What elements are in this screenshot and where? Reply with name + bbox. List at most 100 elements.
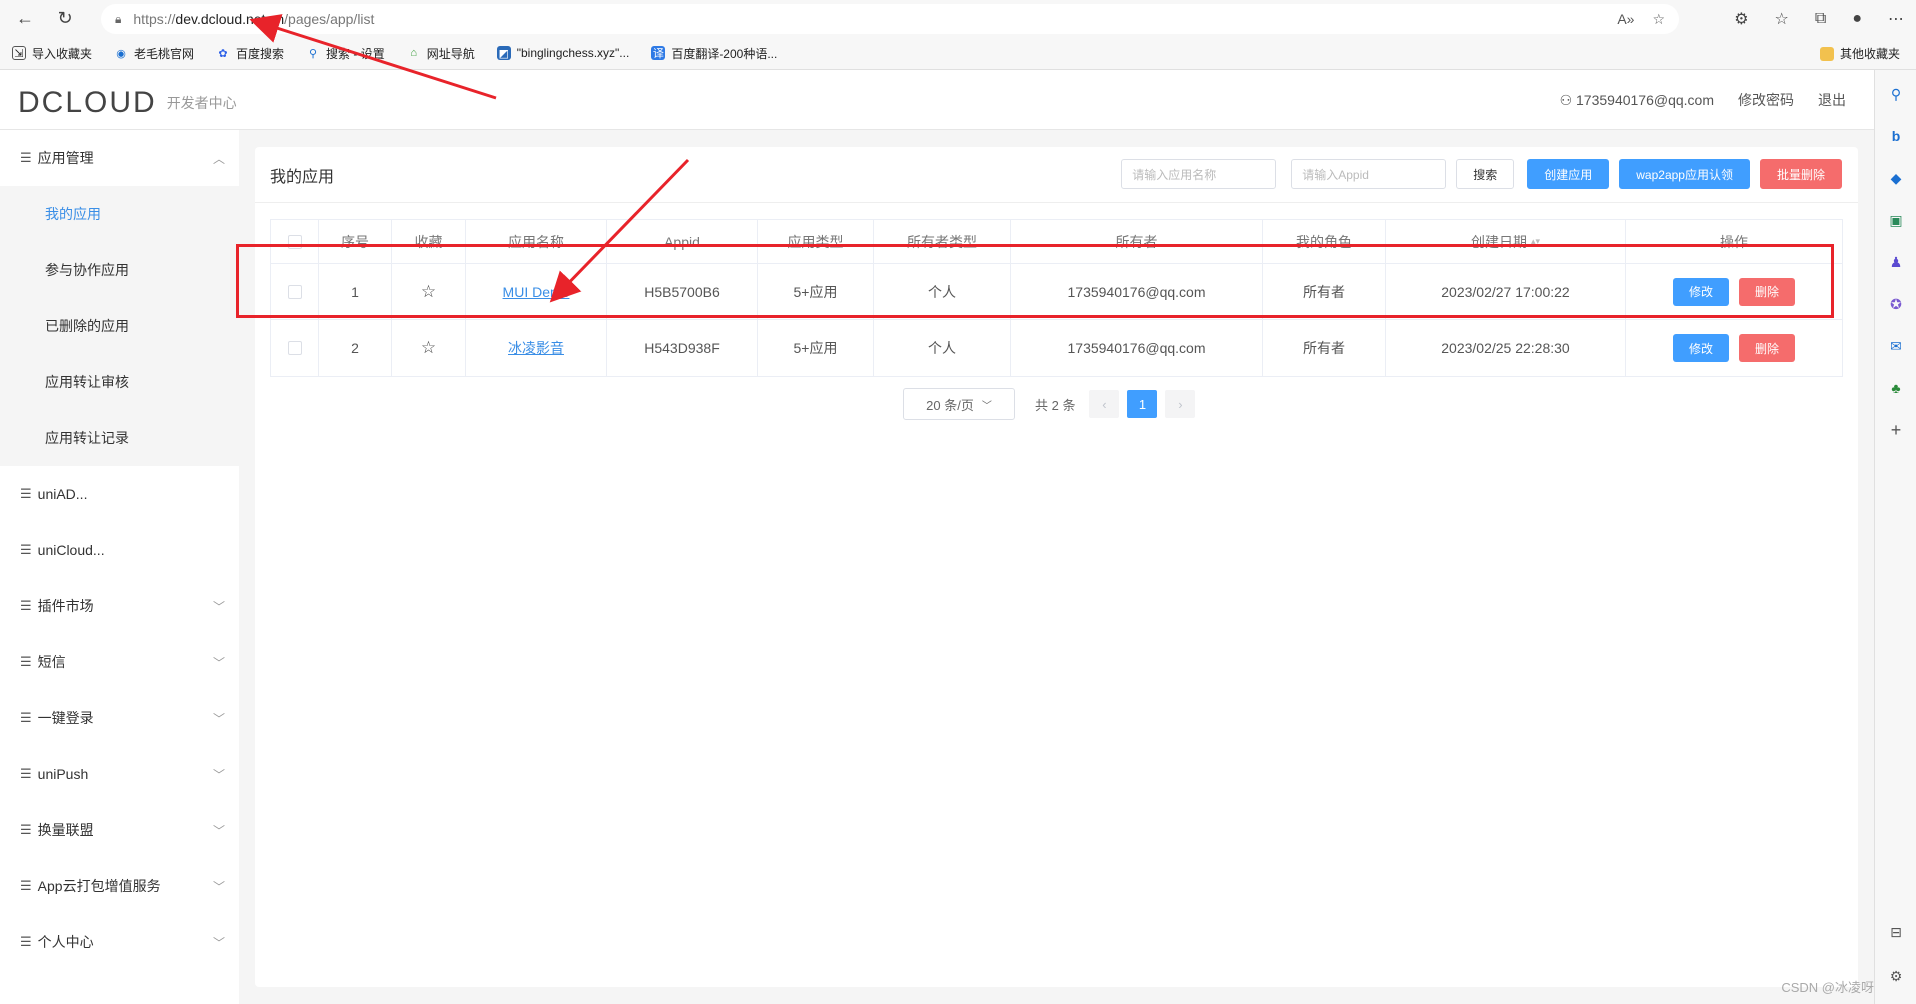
- menu-uniad[interactable]: ☰ uniAD...: [0, 466, 239, 522]
- appid-search-input[interactable]: 请输入Appid: [1291, 159, 1447, 189]
- menu-personal-center[interactable]: ☰ 个人中心 ﹀: [0, 914, 239, 970]
- lock-icon: 🔒︎: [115, 11, 122, 26]
- page-number-button[interactable]: 1: [1127, 390, 1158, 418]
- cell-owner: 1735940176@qq.com: [1011, 320, 1263, 376]
- create-app-button[interactable]: 创建应用: [1527, 159, 1610, 189]
- sub-item-transfer-records[interactable]: 应用转让记录: [0, 410, 239, 466]
- bookmarks-bar: ⇲ 导入收藏夹 ◉ 老毛桃官网 ✿ 百度搜索 ⚲ 搜索 - 设置 ⌂ 网址导航 ◩ "bin…: [0, 37, 1916, 70]
- row-checkbox[interactable]: [287, 341, 302, 355]
- menu-cloud-packaging[interactable]: ☰ App云打包增值服务 ﹀: [0, 858, 239, 914]
- logo-subtitle: 开发者中心: [166, 95, 237, 111]
- search-icon[interactable]: ⚲: [1886, 84, 1906, 104]
- translate-icon: 译: [651, 46, 666, 60]
- page-size-select[interactable]: 20 条/页 ﹀: [903, 388, 1015, 420]
- app-name-link[interactable]: 冰凌影音: [508, 338, 564, 358]
- nav-icon: ⌂: [410, 47, 418, 59]
- chevron-down-icon: ﹀: [212, 599, 225, 614]
- menu-app-management[interactable]: ☰ 应用管理 ︿: [0, 130, 239, 186]
- delete-button[interactable]: 删除: [1739, 334, 1795, 362]
- office-icon[interactable]: ✪: [1886, 294, 1906, 314]
- search-area: 请输入应用名称 请输入Appid 搜索 创建应用 wap2app应用认领 批量删…: [1121, 159, 1842, 189]
- menu-unicloud[interactable]: ☰ uniCloud...: [0, 522, 239, 578]
- sub-item-transfer-review[interactable]: 应用转让审核: [0, 354, 239, 410]
- site-header: DCLOUD 开发者中心 ⚇ 1735940176@qq.com 修改密码 退出: [0, 70, 1874, 130]
- sidebar: ☰ 应用管理 ︿ 我的应用 参与协作应用 已删除的应用 应用转让审核 应用转让记…: [0, 130, 239, 1004]
- chevron-down-icon: ﹀: [212, 767, 225, 782]
- bing-icon[interactable]: b: [1886, 126, 1906, 146]
- list-icon: ☰: [20, 934, 32, 949]
- read-aloud-icon[interactable]: A»: [1617, 11, 1634, 27]
- batch-delete-button[interactable]: 批量删除: [1759, 159, 1842, 189]
- chevron-down-icon: ﹀: [212, 711, 225, 726]
- cell-role: 所有者: [1263, 320, 1386, 376]
- sub-item-collab-apps[interactable]: 参与协作应用: [0, 242, 239, 298]
- url-path: /pages/app/list: [284, 11, 375, 27]
- tag-icon[interactable]: ◆: [1886, 168, 1906, 188]
- pagination: 20 条/页 ﹀ 共 2 条 ‹ 1 ›: [903, 388, 1196, 420]
- outlook-icon[interactable]: ✉: [1886, 336, 1906, 356]
- menu-exchange-alliance[interactable]: ☰ 换量联盟 ﹀: [0, 802, 239, 858]
- chevron-down-icon: ﹀: [212, 935, 225, 950]
- logo[interactable]: DCLOUD 开发者中心: [18, 86, 237, 120]
- watermark: CSDN @冰凌呀: [1781, 980, 1874, 995]
- menu-plugin-market[interactable]: ☰ 插件市场 ﹀: [0, 578, 239, 634]
- logout-link[interactable]: 退出: [1818, 90, 1846, 110]
- collections-icon[interactable]: ⧉: [1815, 10, 1826, 28]
- add-icon[interactable]: +: [1886, 420, 1906, 440]
- more-icon[interactable]: ⋯: [1888, 9, 1904, 29]
- favorite-star-icon[interactable]: ☆: [1652, 11, 1665, 28]
- next-page-button[interactable]: ›: [1165, 390, 1196, 418]
- cell-actions: 修改 删除: [1626, 320, 1842, 376]
- edit-button[interactable]: 修改: [1673, 334, 1729, 362]
- sub-item-deleted-apps[interactable]: 已删除的应用: [0, 298, 239, 354]
- other-bookmarks[interactable]: 其他收藏夹: [1819, 37, 1900, 70]
- bookmark-item[interactable]: ✿ 百度搜索: [216, 45, 284, 62]
- toolbox-icon[interactable]: ▣: [1886, 210, 1906, 230]
- submenu: 我的应用 参与协作应用 已删除的应用 应用转让审核 应用转让记录: [0, 186, 239, 466]
- app-name-search-input[interactable]: 请输入应用名称: [1121, 159, 1277, 189]
- chevron-down-icon: ﹀: [212, 879, 225, 894]
- search-button[interactable]: 搜索: [1456, 159, 1515, 189]
- list-icon: ☰: [20, 822, 32, 837]
- user-account[interactable]: ⚇ 1735940176@qq.com: [1560, 92, 1714, 109]
- bookmark-item[interactable]: 译百度翻译-200种语...: [651, 45, 777, 62]
- bookmark-item[interactable]: ⇲ 导入收藏夹: [12, 45, 92, 62]
- tree-icon[interactable]: ♣: [1886, 378, 1906, 398]
- sub-item-my-apps[interactable]: 我的应用: [0, 186, 239, 242]
- bookmark-item[interactable]: ◩ "binglingchess.xyz"...: [496, 46, 629, 60]
- bookmark-item[interactable]: ◉ 老毛桃官网: [114, 45, 194, 62]
- chevron-up-icon: ︿: [212, 151, 225, 166]
- wap2app-claim-button[interactable]: wap2app应用认领: [1619, 159, 1750, 189]
- menu-sms[interactable]: ☰ 短信 ﹀: [0, 634, 239, 690]
- baidu-paw-icon: ✿: [218, 47, 228, 60]
- refresh-icon[interactable]: ↻: [50, 4, 80, 34]
- star-icon[interactable]: ☆: [421, 338, 436, 358]
- people-icon[interactable]: ♟: [1886, 252, 1906, 272]
- favorites-icon[interactable]: ☆: [1775, 9, 1789, 29]
- list-icon: ☰: [20, 486, 32, 501]
- back-icon[interactable]: ←: [10, 4, 40, 34]
- profile-icon[interactable]: ●: [1852, 10, 1862, 28]
- chevron-down-icon: ﹀: [212, 655, 225, 670]
- menu-unipush[interactable]: ☰ uniPush ﹀: [0, 746, 239, 802]
- page: DCLOUD 开发者中心 ⚇ 1735940176@qq.com 修改密码 退出…: [0, 70, 1874, 1004]
- bookmark-item[interactable]: ⚲ 搜索 - 设置: [306, 45, 385, 62]
- prev-page-button[interactable]: ‹: [1089, 390, 1120, 418]
- logo-text: DCLOUD: [18, 86, 157, 119]
- row-select-cell: [271, 320, 319, 376]
- search-icon: ⚲: [309, 47, 318, 60]
- browser-edge-sidebar: ⚲ b ◆ ▣ ♟ ✪ ✉ ♣ + ⊟ ⚙: [1874, 70, 1916, 1004]
- list-icon: ☰: [20, 654, 32, 669]
- address-bar[interactable]: 🔒︎ https://dev.dcloud.net.cn/pages/app/l…: [101, 4, 1679, 34]
- list-icon: ☰: [20, 598, 32, 613]
- cell-appid: H543D938F: [607, 320, 758, 376]
- globe-icon: ◉: [116, 47, 126, 60]
- change-password-link[interactable]: 修改密码: [1738, 90, 1794, 110]
- settings-icon[interactable]: ⚙: [1886, 966, 1906, 986]
- chevron-down-icon: ﹀: [212, 823, 225, 838]
- bookmark-item[interactable]: ⌂ 网址导航: [407, 45, 474, 62]
- extensions-icon[interactable]: ⚙: [1734, 9, 1748, 29]
- list-icon: ☰: [20, 542, 32, 557]
- panel-icon[interactable]: ⊟: [1886, 922, 1906, 942]
- menu-one-click-login[interactable]: ☰ 一键登录 ﹀: [0, 690, 239, 746]
